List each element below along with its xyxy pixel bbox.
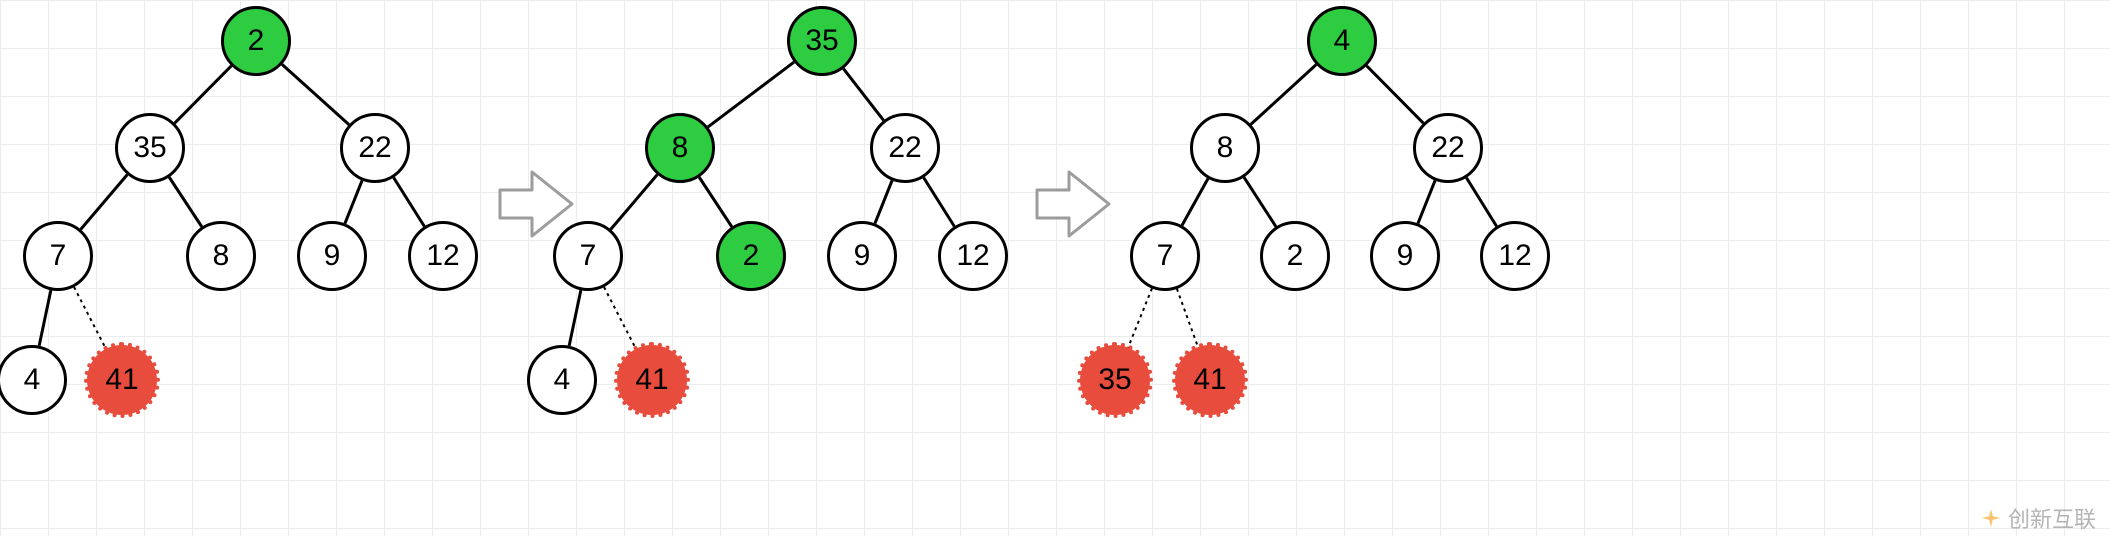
- tree-node: 2: [221, 6, 291, 76]
- tree-node: 35: [787, 6, 857, 76]
- tree-node: 22: [340, 113, 410, 183]
- tree-node: 8: [186, 221, 256, 291]
- tree-node: 4: [1307, 6, 1377, 76]
- tree-edge: [1182, 179, 1208, 226]
- tree-edge: [924, 178, 955, 227]
- spark-icon: [1980, 507, 2002, 529]
- tree-edge: [1128, 288, 1152, 347]
- tree-edge: [1466, 178, 1496, 227]
- tree-node: 9: [297, 221, 367, 291]
- tree-node: 4: [527, 345, 597, 415]
- step-arrow-icon: [1035, 166, 1113, 247]
- tree-edge: [569, 290, 581, 345]
- tree-edge: [394, 178, 425, 227]
- tree-edge: [81, 175, 128, 230]
- tree-node: 12: [1480, 221, 1550, 291]
- tree-node: 7: [23, 221, 93, 291]
- tree-edge: [282, 64, 349, 124]
- tree-edge: [1367, 66, 1424, 123]
- tree-edge: [1244, 177, 1276, 226]
- tree-edge: [345, 181, 362, 224]
- tree-node: 22: [870, 113, 940, 183]
- tree-edge: [611, 175, 658, 230]
- tree-edge: [1418, 181, 1435, 224]
- tree-node: 8: [645, 113, 715, 183]
- tree-node: 22: [1413, 113, 1483, 183]
- tree-node: 41: [617, 345, 687, 415]
- step-arrow-icon: [498, 166, 576, 247]
- tree-node: 7: [1130, 221, 1200, 291]
- tree-edge: [699, 177, 732, 227]
- tree-node: 41: [87, 345, 157, 415]
- tree-node: 35: [1080, 345, 1150, 415]
- tree-node: 9: [1370, 221, 1440, 291]
- tree-edge: [708, 62, 794, 127]
- tree-node: 4: [0, 345, 67, 415]
- tree-node: 35: [115, 113, 185, 183]
- tree-node: 12: [938, 221, 1008, 291]
- tree-edge: [175, 66, 232, 123]
- tree-edge: [39, 290, 51, 345]
- tree-node: 9: [827, 221, 897, 291]
- tree-node: 12: [408, 221, 478, 291]
- tree-edge: [1177, 289, 1198, 347]
- tree-edge: [604, 287, 636, 349]
- tree-edge: [843, 69, 883, 121]
- tree-node: 2: [1260, 221, 1330, 291]
- tree-edge: [74, 287, 106, 349]
- tree-node: 8: [1190, 113, 1260, 183]
- tree-edge: [1251, 65, 1316, 125]
- watermark-text: 创新互联: [2008, 502, 2096, 534]
- tree-edge: [875, 181, 892, 224]
- tree-node: 41: [1175, 345, 1245, 415]
- watermark: 创新互联: [1980, 502, 2096, 534]
- tree-edge: [169, 177, 202, 227]
- tree-node: 2: [716, 221, 786, 291]
